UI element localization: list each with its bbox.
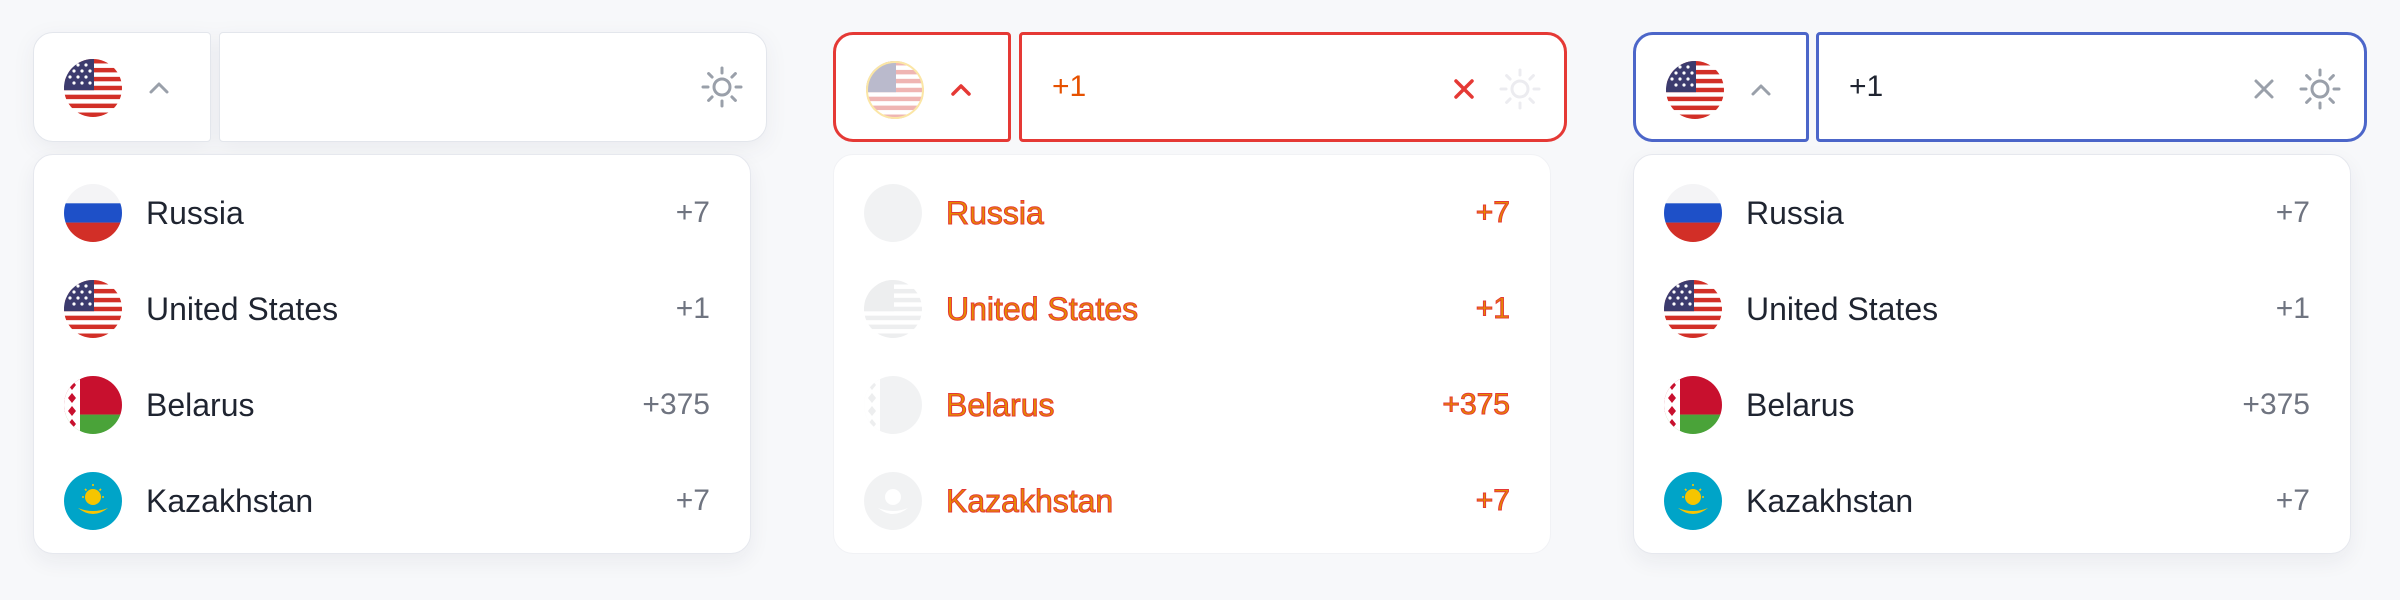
by-flag-icon	[64, 376, 122, 434]
us-flag-icon	[1664, 280, 1722, 338]
phone-widget-default: Russia +7 United States +1 Belarus +375 …	[33, 32, 767, 554]
sun-icon[interactable]	[1498, 67, 1542, 111]
country-name: United States	[1746, 291, 1939, 327]
country-dropdown: Russia +7 United States +1 Belarus +375 …	[33, 154, 751, 554]
country-code-button[interactable]	[1633, 32, 1809, 142]
us-flag-icon	[64, 280, 122, 338]
country-option-kazakhstan[interactable]: Kazakhstan +7	[834, 453, 1550, 549]
close-icon[interactable]	[1448, 73, 1480, 105]
country-option-belarus[interactable]: Belarus +375	[1634, 357, 2350, 453]
ru-flag-icon	[64, 184, 122, 242]
country-code: +7	[675, 196, 710, 229]
country-code-button[interactable]	[833, 32, 1011, 142]
country-name: Russia	[946, 195, 1045, 232]
country-code: +375	[642, 388, 710, 421]
us-flag-icon	[1666, 61, 1724, 119]
country-option-russia[interactable]: Russia +7	[1634, 165, 2350, 261]
country-option-belarus[interactable]: Belarus +375	[34, 357, 750, 453]
us-flag-icon	[64, 59, 122, 117]
country-code: +1	[675, 292, 710, 325]
country-option-belarus[interactable]: Belarus +375	[834, 357, 1550, 453]
ru-flag-icon	[1664, 184, 1722, 242]
country-name: Belarus	[146, 387, 255, 423]
country-name: Russia	[1746, 195, 1844, 231]
country-option-united-states[interactable]: United States +1	[34, 261, 750, 357]
phone-field: +1	[833, 32, 1567, 142]
close-icon[interactable]	[2248, 73, 2280, 105]
phone-field: +1	[1633, 32, 2367, 142]
phone-value: +1	[1052, 70, 1087, 103]
country-code: +7	[1475, 196, 1510, 230]
phone-value: +1	[1849, 70, 1884, 103]
country-name: Kazakhstan	[146, 483, 314, 519]
chevron-up-icon	[1744, 73, 1778, 107]
chevron-up-icon	[944, 73, 978, 107]
country-name: Russia	[146, 195, 244, 231]
phone-input[interactable]	[219, 32, 767, 142]
country-code: +7	[675, 484, 710, 517]
country-code: +7	[2275, 196, 2310, 229]
kz-flag-icon	[864, 472, 922, 530]
country-name: Kazakhstan	[945, 483, 1114, 520]
country-name: Kazakhstan	[1746, 483, 1914, 519]
sun-icon[interactable]	[700, 65, 744, 109]
country-code-button[interactable]	[33, 32, 211, 142]
country-code: +7	[2275, 484, 2310, 517]
phone-field	[33, 32, 767, 142]
country-code: +7	[1475, 484, 1510, 518]
us-flag-icon	[866, 61, 924, 119]
country-option-united-states[interactable]: United States +1	[834, 261, 1550, 357]
country-name: United States	[146, 291, 339, 327]
by-flag-icon	[1664, 376, 1722, 434]
us-flag-icon	[864, 280, 922, 338]
by-flag-icon	[864, 376, 922, 434]
country-dropdown: Russia +7 United States +1 Belarus +375 …	[833, 154, 1551, 554]
country-code: +375	[2242, 388, 2310, 421]
phone-widget-error: +1 Russia +7 United States +1 Belarus +3…	[833, 32, 1567, 554]
kz-flag-icon	[1664, 472, 1722, 530]
kz-flag-icon	[64, 472, 122, 530]
country-code: +1	[1475, 292, 1510, 326]
country-code: +375	[1442, 388, 1511, 422]
phone-input[interactable]: +1	[1816, 32, 2367, 142]
country-name: Belarus	[1746, 387, 1855, 423]
country-option-russia[interactable]: Russia +7	[34, 165, 750, 261]
country-option-united-states[interactable]: United States +1	[1634, 261, 2350, 357]
country-option-kazakhstan[interactable]: Kazakhstan +7	[34, 453, 750, 549]
phone-input[interactable]: +1	[1019, 32, 1567, 142]
sun-icon[interactable]	[2298, 67, 2342, 111]
ru-flag-icon	[864, 184, 922, 242]
chevron-up-icon	[142, 71, 176, 105]
country-code: +1	[2275, 292, 2310, 325]
country-name: Belarus	[946, 387, 1055, 424]
phone-widget-focused: +1 Russia +7 United States +1 Belarus +3…	[1633, 32, 2367, 554]
country-option-kazakhstan[interactable]: Kazakhstan +7	[1634, 453, 2350, 549]
country-option-russia[interactable]: Russia +7	[834, 165, 1550, 261]
country-dropdown: Russia +7 United States +1 Belarus +375 …	[1633, 154, 2351, 554]
country-name: United States	[945, 291, 1139, 328]
